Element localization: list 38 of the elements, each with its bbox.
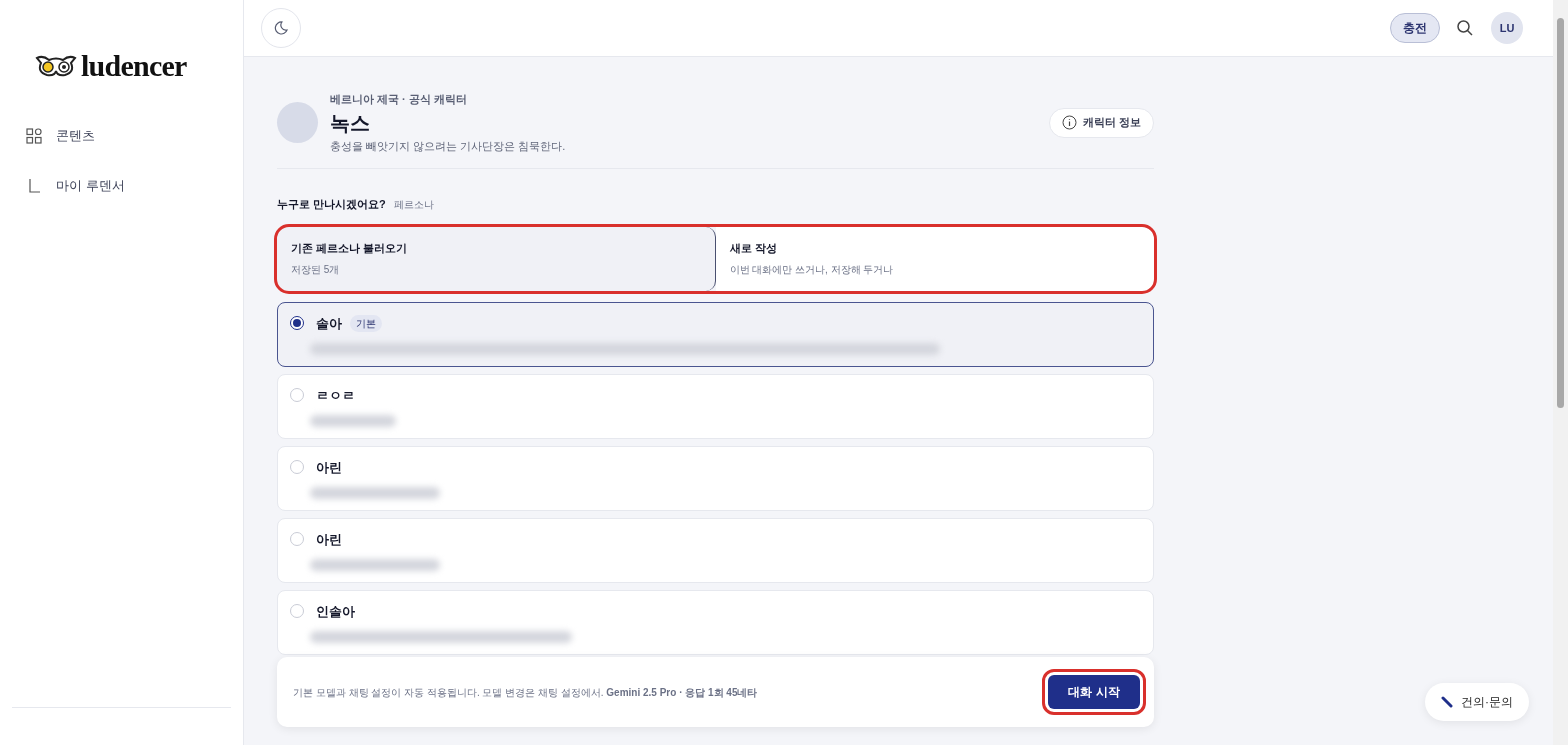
persona-card[interactable]: ㄹㅇㄹ <box>277 373 1154 439</box>
character-name: 녹스 <box>330 110 371 136</box>
character-tagline: 충성을 빼앗기지 않으려는 기사단장은 침묵한다. <box>330 138 566 154</box>
model-note: 기본 모델과 채팅 설정이 자동 적용됩니다. 모델 변경은 채팅 설정에서. Gemini 2.5 Pro · 응답 1회 45네타 <box>293 685 759 700</box>
search-icon[interactable] <box>1456 19 1474 37</box>
logo-text: ludencer <box>81 51 187 81</box>
persona-name: 아린 <box>316 458 342 477</box>
character-info-button[interactable]: 캐릭터 정보 <box>1048 107 1154 138</box>
persona-name: 솔아 <box>316 314 342 333</box>
corner-icon <box>26 178 42 194</box>
persona-source-tab[interactable]: 기존 페르소나 불러오기 저장된 5개 <box>277 226 716 291</box>
character-avatar <box>277 102 318 143</box>
charge-button[interactable]: 충전 <box>1390 13 1440 43</box>
owl-logo-icon <box>35 54 77 78</box>
section-question: 누구로 만나시겠어요? <box>277 197 386 212</box>
moon-icon <box>274 21 288 35</box>
sidebar-item[interactable]: 마이 루덴서 <box>12 168 231 204</box>
persona-source-tab[interactable]: 새로 작성 이번 대화에만 쓰거나, 저장해 두거나 <box>715 226 1154 291</box>
persona-card[interactable]: 아린 <box>277 445 1154 511</box>
section-hint: 페르소나 <box>393 198 434 212</box>
grid-icon <box>26 128 42 144</box>
user-avatar[interactable]: LU <box>1491 12 1523 44</box>
sidebar-item[interactable]: 콘텐츠 <box>12 118 231 154</box>
persona-card[interactable]: 솔아 기본 <box>277 301 1154 367</box>
persona-badge: 기본 <box>350 314 382 332</box>
scrollbar-thumb[interactable] <box>1557 18 1564 408</box>
persona-name: ㄹㅇㄹ <box>316 386 355 405</box>
radio-button[interactable] <box>290 316 304 331</box>
persona-card[interactable]: 아린 <box>277 517 1154 583</box>
persona-name: 아린 <box>316 530 342 549</box>
start-chat-button[interactable]: 대화 시작 <box>1048 675 1140 709</box>
scrollbar[interactable] <box>1553 0 1568 745</box>
info-icon <box>1061 115 1077 130</box>
character-subtitle: 베르니아 제국 · 공식 캐릭터 <box>330 92 468 107</box>
persona-card[interactable]: 인솔아 <box>277 589 1154 655</box>
pen-icon <box>1441 696 1453 708</box>
persona-name: 인솔아 <box>316 602 355 621</box>
feedback-button[interactable]: 건의·문의 <box>1425 683 1529 721</box>
